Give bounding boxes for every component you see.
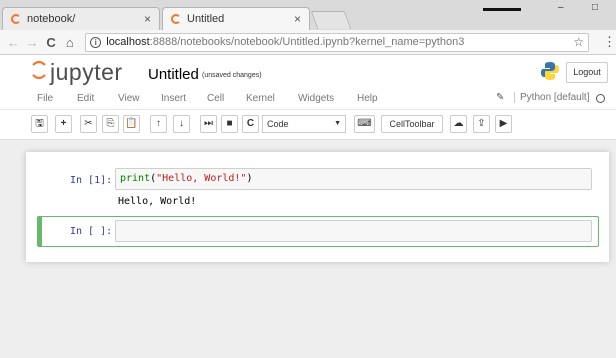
new-tab-button[interactable] [310,11,352,29]
browser-tabstrip: notebook/ × Untitled × – □ [0,0,616,30]
menu-file[interactable]: File [37,93,53,104]
menu-cell[interactable]: Cell [207,93,224,104]
code-token: print [120,173,151,184]
interrupt-icon[interactable]: ■ [221,115,238,133]
python-logo-icon [541,62,559,80]
chevron-down-icon: ▼ [334,120,341,127]
menu-edit[interactable]: Edit [77,93,94,104]
kernel-idle-icon [596,94,605,103]
url-path: :8888/notebooks/notebook/Untitled.ipynb?… [149,36,465,48]
tab-untitled[interactable]: Untitled × [162,7,310,30]
edit-pencil-icon[interactable]: ✎ [496,92,504,103]
cell-type-value: Code [267,119,289,129]
notebook-toolbar: 🖫 + ✂ ⎘ 📋 ↑ ↓ ⏭ ■ C Code ▼ ⌨ CellToolbar… [0,110,616,140]
run-cell-icon[interactable]: ⏭ [200,115,217,133]
celltoolbar-button[interactable]: CellToolbar [381,115,443,133]
profile-bar [483,8,521,11]
notebook-title[interactable]: Untitled [148,66,199,83]
cell-output: Hello, World! [118,196,197,207]
code-token: "Hello, World!" [156,173,247,184]
address-bar: ← → C ⌂ i localhost:8888/notebooks/noteb… [0,30,616,55]
cell-type-select[interactable]: Code ▼ [262,115,346,133]
keyboard-icon[interactable]: ⌨ [354,115,375,133]
code-cell-input[interactable] [115,220,592,242]
maximize-icon[interactable]: □ [592,2,598,13]
kernel-name[interactable]: Python [default] [514,92,590,103]
tab-label: Untitled [187,13,225,25]
info-icon[interactable]: i [90,36,102,48]
move-up-icon[interactable]: ↑ [150,115,167,133]
reload-icon[interactable]: C [42,35,61,50]
paste-icon[interactable]: 📋 [123,115,140,133]
tab-close-icon[interactable]: × [294,12,301,26]
notebook-menubar: File Edit View Insert Cell Kernel Widget… [0,88,616,110]
copy-icon[interactable]: ⎘ [102,115,119,133]
cell-prompt: In [ ]: [70,226,113,237]
jupyter-favicon-icon [11,14,21,24]
upload-icon[interactable]: ☁ [450,115,467,133]
tab-notebook[interactable]: notebook/ × [2,7,160,30]
tab-close-icon[interactable]: × [144,12,151,26]
publish-icon[interactable]: ⇪ [473,115,490,133]
bookmark-star-icon[interactable]: ☆ [573,35,584,49]
code-cell-input[interactable]: print("Hello, World!") [115,168,592,190]
jupyter-logo-text[interactable]: jupyter [50,59,123,86]
restart-icon[interactable]: C [242,115,259,133]
url-input[interactable]: i localhost:8888/notebooks/notebook/Unti… [85,32,589,52]
present-icon[interactable]: ▶ [495,115,512,133]
menu-kernel[interactable]: Kernel [246,93,275,104]
save-status: (unsaved changes) [202,72,262,79]
cut-icon[interactable]: ✂ [80,115,97,133]
move-down-icon[interactable]: ↓ [173,115,190,133]
minimize-icon[interactable]: – [558,2,564,13]
jupyter-logo-icon [32,60,46,80]
menu-view[interactable]: View [118,93,140,104]
menu-widgets[interactable]: Widgets [298,93,334,104]
home-icon[interactable]: ⌂ [60,35,79,50]
jupyter-header: jupyter Untitled (unsaved changes) Logou… [0,55,616,88]
forward-icon[interactable]: → [23,35,42,50]
cell-prompt: In [1]: [70,175,113,186]
menu-help[interactable]: Help [357,93,378,104]
save-icon[interactable]: 🖫 [31,115,48,133]
browser-menu-icon[interactable]: ⋮ [603,34,616,50]
code-token: ) [246,173,253,184]
menu-insert[interactable]: Insert [161,93,186,104]
tab-label: notebook/ [27,13,76,25]
jupyter-favicon-icon [171,14,181,24]
insert-cell-icon[interactable]: + [55,115,72,133]
back-icon[interactable]: ← [4,35,23,50]
logout-button[interactable]: Logout [566,62,608,83]
url-host: localhost [106,36,150,48]
